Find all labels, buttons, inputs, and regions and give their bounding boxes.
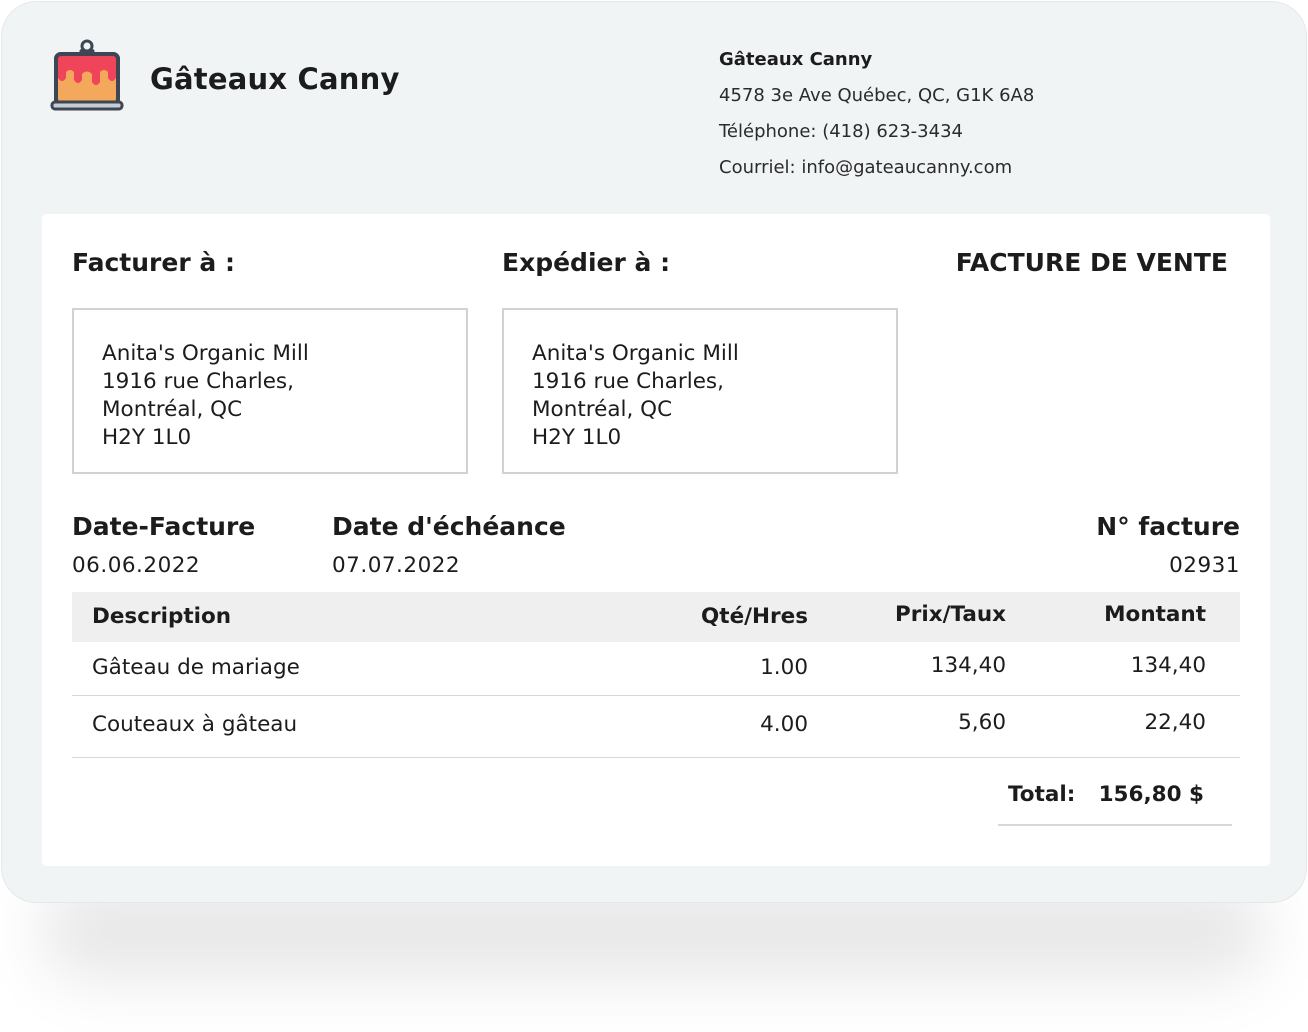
row-qty: 1.00 <box>760 655 808 680</box>
table-row: Couteaux à gâteau 4.00 5,60 22,40 <box>72 696 1240 758</box>
invoice-number-label: N° facture <box>1096 512 1240 541</box>
bill-to-line: Anita's Organic Mill <box>102 341 309 366</box>
bill-to-label: Facturer à : <box>72 248 235 277</box>
row-qty: 4.00 <box>760 712 808 737</box>
company-phone: Téléphone: (418) 623-3434 <box>719 121 963 142</box>
company-address: 4578 3e Ave Québec, QC, G1K 6A8 <box>719 85 1035 106</box>
row-price: 134,40 <box>930 653 1006 678</box>
table-row: Gâteau de mariage 1.00 134,40 134,40 <box>72 642 1240 696</box>
invoice-sheet: Facturer à : Expédier à : FACTURE DE VEN… <box>42 214 1270 866</box>
bill-to-address: Anita's Organic Mill 1916 rue Charles, M… <box>72 308 468 474</box>
total-value: 156,80 $ <box>1098 782 1204 807</box>
table-header: Description Qté/Hres Prix/Taux Montant <box>72 592 1240 642</box>
header-qty: Qté/Hres <box>701 604 808 629</box>
line-items-table: Description Qté/Hres Prix/Taux Montant G… <box>72 592 1240 758</box>
bill-to-line: H2Y 1L0 <box>102 425 192 450</box>
ship-to-label: Expédier à : <box>502 248 671 277</box>
header-price: Prix/Taux <box>894 602 1006 627</box>
row-amount: 134,40 <box>1130 653 1206 678</box>
total-label: Total: <box>1008 782 1076 807</box>
row-price: 5,60 <box>958 710 1006 735</box>
ship-to-line: H2Y 1L0 <box>532 425 622 450</box>
ship-to-line: 1916 rue Charles, <box>532 369 724 394</box>
invoice-date-value: 06.06.2022 <box>72 553 201 578</box>
invoice-card: Gâteaux Canny Gâteaux Canny 4578 3e Ave … <box>1 1 1307 903</box>
total-divider <box>998 824 1232 826</box>
bill-to-line: Montréal, QC <box>102 397 243 422</box>
due-date-value: 07.07.2022 <box>332 553 461 578</box>
brand-title: Gâteaux Canny <box>150 62 400 96</box>
company-info: Gâteaux Canny 4578 3e Ave Québec, QC, G1… <box>719 42 1034 186</box>
bill-to-line: 1916 rue Charles, <box>102 369 294 394</box>
invoice-date-label: Date-Facture <box>72 512 256 541</box>
row-description: Gâteau de mariage <box>92 655 300 680</box>
ship-to-line: Anita's Organic Mill <box>532 341 739 366</box>
header-description: Description <box>92 604 232 629</box>
company-name: Gâteaux Canny <box>719 49 873 70</box>
header-amount: Montant <box>1104 602 1206 627</box>
invoice-number-value: 02931 <box>1169 553 1240 578</box>
company-email: Courriel: info@gateaucanny.com <box>719 157 1013 178</box>
ship-to-address: Anita's Organic Mill 1916 rue Charles, M… <box>502 308 898 474</box>
document-title: FACTURE DE VENTE <box>955 248 1228 277</box>
row-amount: 22,40 <box>1144 710 1206 735</box>
row-description: Couteaux à gâteau <box>92 712 298 737</box>
ship-to-line: Montréal, QC <box>532 397 673 422</box>
due-date-label: Date d'échéance <box>332 512 566 541</box>
cake-icon <box>50 39 124 111</box>
